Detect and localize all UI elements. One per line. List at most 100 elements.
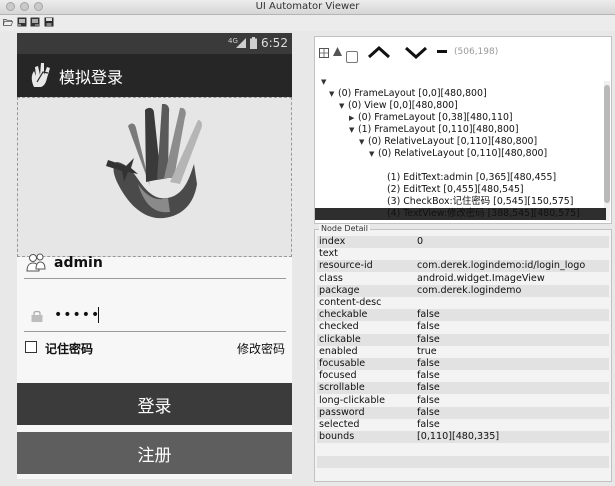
expanded-arrow-icon[interactable]: ▼ xyxy=(339,100,348,112)
node-detail-row-scrollable[interactable]: scrollable false xyxy=(317,382,609,395)
collapse-icon[interactable] xyxy=(437,50,447,54)
tree-node[interactable]: (4) TextView:修改密码 [388,545][480,575] xyxy=(387,208,580,220)
user-avatar-icon xyxy=(26,253,46,272)
node-detail-row-enabled[interactable]: enabled true xyxy=(317,346,609,358)
node-detail-empty-row xyxy=(317,455,609,468)
toggle-naf-icon[interactable] xyxy=(333,47,342,57)
property-value: com.derek.logindemo:id/login_logo xyxy=(417,260,586,272)
screenshot-compressed-icon[interactable] xyxy=(30,17,40,27)
filter-checkbox[interactable] xyxy=(346,51,358,63)
tree-node-selected[interactable]: (0) ImageView [0,110][480,335] xyxy=(387,160,538,172)
node-detail-row-package[interactable]: package com.derek.logindemo xyxy=(317,284,609,297)
tree-node[interactable]: ▼ (0) FrameLayout [0,0][480,800] xyxy=(329,88,487,100)
tree-node-label: (0) RelativeLayout [0,110][480,800] xyxy=(368,136,538,147)
node-detail-row-password[interactable]: password false xyxy=(317,406,609,419)
property-name: enabled xyxy=(319,345,358,357)
tree-node-label: (4) TextView:修改密码 [388,545][480,575] xyxy=(387,208,580,219)
save-icon[interactable] xyxy=(44,17,54,27)
password-field[interactable]: ••••• xyxy=(24,301,286,332)
modify-password-link[interactable]: 修改密码 xyxy=(237,340,285,357)
username-input[interactable]: admin xyxy=(54,255,103,271)
screenshot-icon[interactable] xyxy=(17,17,27,27)
main-toolbar xyxy=(0,15,615,31)
property-value: false xyxy=(417,394,440,406)
expanded-arrow-icon[interactable]: ▼ xyxy=(359,136,368,148)
tree-scrollbar-thumb[interactable] xyxy=(604,85,610,203)
tree-node-label: (0) View [0,0][480,800] xyxy=(348,100,458,111)
node-detail-empty-row xyxy=(317,443,609,455)
tree-node[interactable]: ▶ (0) FrameLayout [0,38][480,110] xyxy=(349,112,513,124)
node-detail-row-content-desc[interactable]: content-desc xyxy=(317,297,609,309)
node-detail-row-resource-id[interactable]: resource-id com.derek.logindemo:id/login_… xyxy=(317,260,609,273)
node-detail-row-long-clickable[interactable]: long-clickable false xyxy=(317,395,609,407)
property-name: clickable xyxy=(319,333,361,345)
tree-node[interactable]: (3) CheckBox:记住密码 [0,545][150,575] xyxy=(387,196,573,208)
property-value: false xyxy=(417,309,440,321)
register-button[interactable]: 注册 xyxy=(17,432,292,474)
property-name: checked xyxy=(319,321,359,333)
property-value: 0 xyxy=(417,236,424,247)
tree-scrollbar[interactable] xyxy=(604,81,610,221)
username-field[interactable]: admin xyxy=(24,248,286,279)
property-value: false xyxy=(417,419,440,430)
tree-root-node[interactable]: ▼ xyxy=(321,76,330,88)
tree-node[interactable]: ▼ (0) RelativeLayout [0,110][480,800] xyxy=(359,136,537,148)
app-logo-icon xyxy=(31,63,50,87)
expanded-arrow-icon[interactable]: ▼ xyxy=(369,148,378,160)
collapsed-arrow-icon[interactable]: ▶ xyxy=(349,112,358,124)
status-time: 6:52 xyxy=(261,36,288,50)
node-detail-row-selected[interactable]: selected false xyxy=(317,419,609,431)
property-name: focused xyxy=(319,370,357,382)
property-name: text xyxy=(319,248,338,260)
property-name: index xyxy=(319,236,346,247)
tree-node[interactable]: ▼ (0) RelativeLayout [0,110][480,800] xyxy=(369,148,547,160)
tree-node-label: (1) EditText:admin [0,365][480,455] xyxy=(387,172,557,183)
hand-logo-icon xyxy=(106,104,202,219)
next-node-icon[interactable] xyxy=(404,45,428,59)
node-detail-row-text[interactable]: text xyxy=(317,248,609,260)
node-detail-row-bounds[interactable]: bounds [0,110][480,335] xyxy=(317,431,609,444)
property-name: scrollable xyxy=(319,382,365,394)
device-screenshot[interactable]: 4G 6:52 模拟登录 admin ••••• 记住密码 修改密码 登录 注册 xyxy=(17,33,292,479)
checkbox-box[interactable] xyxy=(25,341,37,353)
node-detail-row-index[interactable]: index 0 xyxy=(317,236,609,248)
tree-node[interactable]: (1) EditText:admin [0,365][480,455] xyxy=(387,172,556,184)
property-value: com.derek.logindemo xyxy=(417,284,522,296)
status-bar: 4G 6:52 xyxy=(17,33,292,54)
property-value: false xyxy=(417,358,440,369)
window-title-bar: UI Automator Viewer xyxy=(0,0,615,15)
node-detail-row-focused[interactable]: focused false xyxy=(317,370,609,382)
node-detail-row-focusable[interactable]: focusable false xyxy=(317,358,609,370)
hierarchy-panel: (506,198) ▼ ▼ (0) FrameLayout [0,0][480,8… xyxy=(314,36,612,224)
login-logo-image[interactable] xyxy=(17,97,292,257)
property-value: false xyxy=(417,382,440,394)
tree-node[interactable]: ▼ (1) FrameLayout [0,110][480,800] xyxy=(349,124,519,136)
expanded-arrow-icon[interactable]: ▼ xyxy=(349,124,358,136)
expanded-arrow-icon[interactable]: ▼ xyxy=(321,76,330,88)
node-detail-row-clickable[interactable]: clickable false xyxy=(317,333,609,346)
node-detail-row-checked[interactable]: checked false xyxy=(317,321,609,333)
previous-node-icon[interactable] xyxy=(367,45,391,59)
tree-node-label: (0) ImageView [0,110][480,335] xyxy=(387,160,539,171)
node-detail-row-class[interactable]: class android.widget.ImageView xyxy=(317,273,609,285)
property-value: false xyxy=(417,370,440,382)
open-folder-icon[interactable] xyxy=(3,17,13,27)
node-detail-row-checkable[interactable]: checkable false xyxy=(317,309,609,322)
tree-node[interactable]: ▼ (0) View [0,0][480,800] xyxy=(339,100,458,112)
remember-password-label: 记住密码 xyxy=(45,342,94,356)
login-button[interactable]: 登录 xyxy=(17,383,292,425)
property-name: checkable xyxy=(319,309,368,321)
tree-node-label: (0) RelativeLayout [0,110][480,800] xyxy=(378,148,548,159)
expand-all-icon[interactable] xyxy=(319,48,329,58)
property-name: class xyxy=(319,272,343,284)
property-value: false xyxy=(417,406,440,418)
tree-node-label: (2) EditText [0,455][480,545] xyxy=(387,184,524,195)
property-value: true xyxy=(417,345,437,357)
password-input[interactable]: ••••• xyxy=(54,307,100,323)
property-name: password xyxy=(319,406,365,418)
tree-node[interactable]: (2) EditText [0,455][480,545] xyxy=(387,184,524,196)
property-name: package xyxy=(319,284,360,296)
tree-node-label: (0) FrameLayout [0,38][480,110] xyxy=(358,112,513,123)
expanded-arrow-icon[interactable]: ▼ xyxy=(329,88,338,100)
lock-icon xyxy=(31,310,43,322)
